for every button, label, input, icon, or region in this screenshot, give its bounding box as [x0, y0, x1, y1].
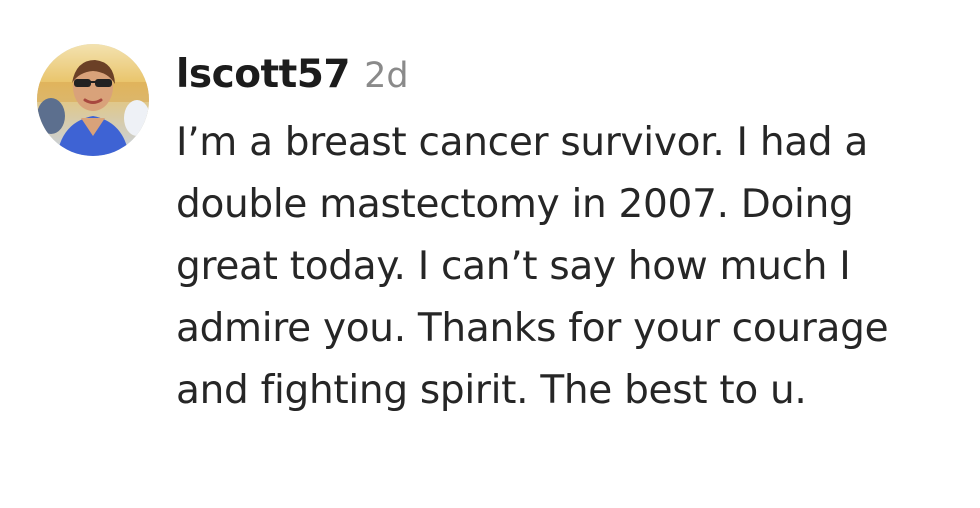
avatar[interactable] — [37, 44, 149, 156]
comment-content: lscott57 2d I’m a breast cancer survivor… — [176, 52, 966, 422]
comment-timestamp[interactable]: 2d — [364, 56, 409, 96]
comment-text: I’m a breast cancer survivor. I had a do… — [176, 120, 889, 413]
comment-header: lscott57 2d — [176, 52, 966, 104]
user-photo-avatar-icon — [37, 44, 149, 156]
comment-item: lscott57 2d I’m a breast cancer survivor… — [0, 0, 980, 508]
username-link[interactable]: lscott57 — [176, 52, 351, 97]
